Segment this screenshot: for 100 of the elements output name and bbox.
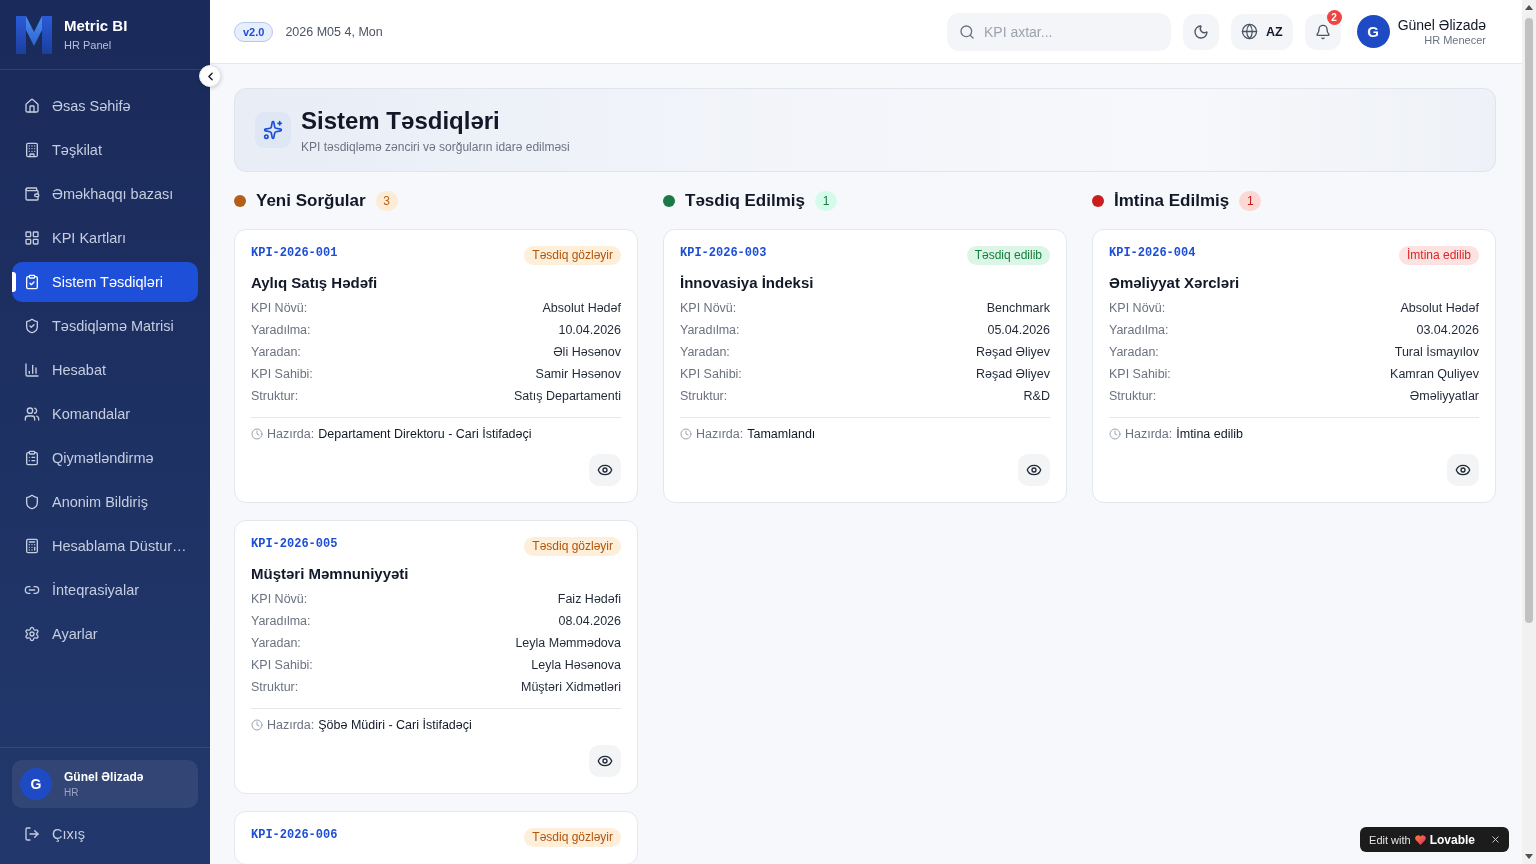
nav-item[interactable]: Əsas Səhifə	[12, 86, 198, 126]
kpi-id: KPI-2026-003	[680, 246, 767, 260]
view-button[interactable]	[1018, 454, 1050, 486]
status-badge: Təsdiq edilib	[966, 246, 1050, 265]
field-label: Yaradılma:	[251, 614, 311, 628]
view-button[interactable]	[589, 454, 621, 486]
nav-item[interactable]: Hesablama Düstur…	[12, 526, 198, 566]
brand-subtitle: HR Panel	[64, 39, 113, 52]
nav-item[interactable]: Sistem Təsdiqləri	[12, 262, 198, 302]
close-icon	[1489, 834, 1501, 845]
field-value: Əməliyyatlar	[1409, 389, 1479, 403]
nav-item[interactable]: Komandalar	[12, 394, 198, 434]
globe-icon	[1240, 23, 1258, 40]
search-field[interactable]: KPI axtar...	[946, 12, 1171, 51]
current-label: Hazırda:	[267, 718, 315, 732]
count-badge: 1	[1239, 191, 1262, 211]
user-avatar[interactable]: G	[1356, 15, 1390, 48]
kpi-id: KPI-2026-006	[251, 828, 338, 842]
sparkles-icon	[255, 112, 291, 148]
status-badge: Təsdiq gözləyir	[524, 828, 621, 847]
field-value: Rəşad Əliyev	[975, 345, 1050, 359]
view-button[interactable]	[589, 745, 621, 777]
field-label: Yaradılma:	[1109, 323, 1169, 337]
kpi-title: Aylıq Satış Hədəfi	[251, 273, 379, 293]
field-label: Yaradılma:	[680, 323, 740, 337]
language-button[interactable]: AZ	[1230, 13, 1293, 50]
clock-icon	[251, 428, 263, 440]
nav-item[interactable]: Təsdiqləmə Matrisi	[12, 306, 198, 346]
nav-item[interactable]: Hesabat	[12, 350, 198, 390]
count-badge: 3	[375, 191, 398, 211]
scrollbar-thumb[interactable]	[1525, 18, 1533, 623]
notifications-button[interactable]: 2	[1304, 13, 1341, 50]
search-icon	[958, 23, 975, 40]
eye-icon	[597, 753, 613, 769]
field-label: KPI Növü:	[251, 592, 308, 606]
version-badge: v2.0	[234, 21, 274, 42]
user-role: HR Menecer	[1424, 34, 1486, 46]
field-label: KPI Sahibi:	[251, 658, 313, 672]
shield-icon	[24, 494, 40, 510]
page-title: Sistem Təsdiqləri	[301, 105, 501, 136]
page-subtitle: KPI təsdiqləmə zənciri və sorğuların idarə edilməsi	[301, 138, 570, 155]
field-label: Yaradan:	[251, 636, 301, 650]
house-icon	[24, 98, 40, 114]
field-value: Leyla Məmmədova	[515, 636, 621, 650]
nav-item[interactable]: Qiymətləndirmə	[12, 438, 198, 478]
clipboard-check-icon	[24, 274, 40, 290]
field-label: Yaradan:	[251, 345, 301, 359]
field-label: KPI Növü:	[251, 301, 308, 315]
nav-item[interactable]: Anonim Bildiriş	[12, 482, 198, 522]
nav-item[interactable]: Təşkilat	[12, 130, 198, 170]
building-icon	[24, 142, 40, 158]
field-value: Satış Departamenti	[514, 389, 621, 403]
field-label: Yaradan:	[1109, 345, 1159, 359]
collapse-button[interactable]	[199, 65, 221, 87]
edit-label: Edit with	[1369, 833, 1411, 846]
field-label: KPI Növü:	[1109, 301, 1166, 315]
logout-icon	[24, 826, 40, 842]
users-icon	[24, 406, 40, 422]
field-label: KPI Növü:	[680, 301, 737, 315]
field-value: Əli Həsənov	[553, 345, 621, 359]
clock-icon	[680, 428, 692, 440]
logout-button[interactable]: Çıxış	[12, 814, 198, 854]
current-value: İmtina edilib	[1176, 427, 1243, 441]
nav-item[interactable]: İnteqrasiyalar	[12, 570, 198, 610]
field-label: KPI Sahibi:	[251, 367, 313, 381]
grid-icon	[24, 230, 40, 246]
field-value: 05.04.2026	[987, 323, 1050, 337]
status-badge: Təsdiq gözləyir	[524, 246, 621, 265]
view-button[interactable]	[1447, 454, 1479, 486]
scroll-down-icon[interactable]	[1525, 854, 1533, 859]
user-card[interactable]: G Günel Əlizadə HR	[12, 760, 198, 808]
user-name: Günel Əlizadə	[1397, 17, 1486, 33]
user-name: Günel Əlizadə	[64, 770, 144, 784]
field-label: KPI Sahibi:	[1109, 367, 1171, 381]
field-value: 10.04.2026	[558, 323, 621, 337]
field-value: Absolut Hədəf	[1400, 301, 1479, 315]
clipboard-list-icon	[24, 450, 40, 466]
settings-icon	[24, 626, 40, 642]
eye-icon	[1026, 462, 1042, 478]
edit-badge[interactable]: Edit with Lovable	[1360, 827, 1509, 852]
column-title: Təsdiq Edilmiş	[685, 191, 805, 211]
eye-icon	[597, 462, 613, 478]
column-title: İmtina Edilmiş	[1114, 191, 1230, 211]
nav-item[interactable]: Əməkhaqqı bazası	[12, 174, 198, 214]
close-button[interactable]	[1489, 833, 1501, 846]
nav-item[interactable]: Ayarlar	[12, 614, 198, 654]
user-role: HR	[64, 787, 80, 798]
notification-count: 2	[1326, 9, 1342, 25]
current-label: Hazırda:	[696, 427, 744, 441]
nav-item[interactable]: KPI Kartları	[12, 218, 198, 258]
clock-icon	[1109, 428, 1121, 440]
field-value: Müştəri Xidmətləri	[520, 680, 621, 694]
theme-toggle-button[interactable]	[1182, 13, 1219, 50]
kpi-title: İnnovasiya İndeksi	[680, 273, 815, 293]
status-badge: İmtina edilib	[1398, 246, 1479, 265]
scroll-up-icon[interactable]	[1525, 5, 1533, 10]
brand-label: Lovable	[1429, 832, 1475, 847]
current-label: Hazırda:	[1125, 427, 1173, 441]
count-badge: 1	[815, 191, 837, 211]
field-value: 08.04.2026	[558, 614, 621, 628]
